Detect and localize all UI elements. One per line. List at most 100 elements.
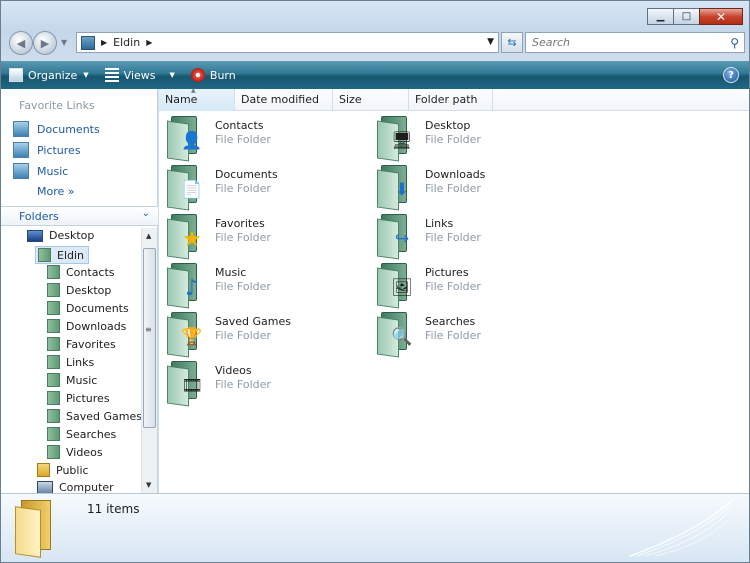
close-button[interactable]: ✕ (699, 8, 743, 25)
maximize-button[interactable]: □ (673, 8, 700, 25)
user-folder-large-icon (15, 500, 59, 558)
tree-item-computer[interactable]: Computer (37, 481, 114, 493)
column-header-folder-path[interactable]: Folder path (409, 89, 493, 111)
folder-tile-music[interactable]: ♪ Music File Folder (159, 262, 359, 309)
folder-type: File Folder (425, 182, 481, 195)
favorite-link-music[interactable]: Music (13, 163, 68, 179)
favorite-link-pictures[interactable]: Pictures (13, 142, 81, 158)
searches-folder-icon (47, 427, 60, 441)
breadcrumb-eldin[interactable]: Eldin (113, 36, 140, 49)
videos-folder-icon: 🎞 (167, 361, 207, 407)
links-folder-icon: ↪ (377, 214, 417, 260)
folder-tile-searches[interactable]: 🔍 Searches File Folder (369, 311, 569, 358)
organize-button[interactable]: Organize ▼ (1, 61, 97, 89)
back-button[interactable]: ◀ (9, 31, 33, 55)
burn-button[interactable]: Burn (183, 61, 244, 89)
tree-item-label: Public (56, 463, 89, 477)
sort-ascending-icon: ▲ (191, 87, 196, 94)
search-box[interactable]: ⚲ (525, 32, 745, 53)
tree-item-label: Saved Games (66, 409, 141, 423)
search-input[interactable] (526, 36, 716, 49)
chevron-down-icon[interactable]: ⌄ (142, 208, 150, 219)
caption-buttons: ▁ □ ✕ (647, 8, 743, 25)
folder-name: Videos (215, 364, 252, 377)
tree-item-videos[interactable]: Videos (47, 445, 103, 459)
folder-tile-contacts[interactable]: 👤 Contacts File Folder (159, 115, 359, 162)
column-header-size[interactable]: Size (333, 89, 409, 111)
views-label: Views (123, 68, 156, 82)
tree-item-label: Pictures (66, 391, 110, 405)
tree-item-label: Contacts (66, 265, 115, 279)
folder-tree-scrollbar[interactable]: ▲ ≡ ▼ (141, 228, 157, 493)
breadcrumb-separator-icon[interactable]: ▶ (101, 38, 107, 47)
tree-item-desktop-folder[interactable]: Desktop (47, 283, 111, 297)
folder-tile-documents[interactable]: 📄 Documents File Folder (159, 164, 359, 211)
tree-item-favorites[interactable]: Favorites (47, 337, 116, 351)
folder-tile-saved-games[interactable]: 🏆 Saved Games File Folder (159, 311, 359, 358)
folder-name: Pictures (425, 266, 469, 279)
pictures-icon (13, 142, 29, 158)
breadcrumb-separator-icon[interactable]: ▶ (146, 38, 152, 47)
saved-games-folder-icon: 🏆 (167, 312, 207, 358)
music-folder-icon: ♪ (167, 263, 207, 309)
pictures-folder-icon (47, 391, 60, 405)
folders-header[interactable]: Folders ⌄ (1, 206, 158, 226)
help-button[interactable]: ? (723, 67, 739, 83)
refresh-button[interactable]: ⇆ (501, 32, 523, 53)
more-links-button[interactable]: More » (37, 185, 75, 198)
folder-tile-favorites[interactable]: ★ Favorites File Folder (159, 213, 359, 260)
favorites-folder-icon: ★ (167, 214, 207, 260)
search-icon[interactable]: ⚲ (730, 36, 739, 50)
views-button[interactable]: Views ▼ (97, 61, 183, 89)
folder-tile-pictures[interactable]: 🖼 Pictures File Folder (369, 262, 569, 309)
recent-pages-dropdown-icon[interactable]: ▼ (61, 38, 67, 47)
scrollbar-thumb[interactable] (143, 248, 156, 428)
column-header-name[interactable]: ▲ Name (159, 87, 235, 111)
desktop-folder-icon: 🖥 (377, 116, 417, 162)
folder-tile-downloads[interactable]: ⬇ Downloads File Folder (369, 164, 569, 211)
tree-item-label: Videos (66, 445, 103, 459)
favorite-link-documents[interactable]: Documents (13, 121, 100, 137)
address-dropdown-icon[interactable]: ▼ (487, 37, 494, 47)
decorative-swoosh-icon (629, 499, 734, 557)
pictures-folder-icon: 🖼 (377, 263, 417, 309)
folder-name: Contacts (215, 119, 264, 132)
tree-item-eldin[interactable]: Eldin (35, 246, 90, 264)
documents-folder-icon: 📄 (167, 165, 207, 211)
views-icon (104, 68, 119, 82)
tree-item-music[interactable]: Music (47, 373, 97, 387)
favorites-folder-icon (47, 337, 60, 351)
user-folder-icon (81, 35, 95, 50)
folder-name: Links (425, 217, 454, 230)
scroll-up-icon[interactable]: ▲ (146, 232, 151, 240)
favorite-links-title: Favorite Links (19, 99, 95, 112)
tree-item-contacts[interactable]: Contacts (47, 265, 115, 279)
folder-tile-videos[interactable]: 🎞 Videos File Folder (159, 360, 359, 407)
folder-type: File Folder (215, 329, 271, 342)
minimize-button[interactable]: ▁ (647, 8, 674, 25)
folders-title: Folders (19, 210, 59, 223)
saved-games-folder-icon (47, 409, 60, 423)
favorite-link-label: Pictures (37, 143, 81, 157)
folder-tree: Desktop Eldin Contacts Desktop Documents… (1, 228, 141, 493)
tree-item-pictures[interactable]: Pictures (47, 391, 110, 405)
folder-tile-desktop[interactable]: 🖥 Desktop File Folder (369, 115, 569, 162)
tree-item-searches[interactable]: Searches (47, 427, 116, 441)
column-header-date-modified[interactable]: Date modified (235, 89, 333, 111)
tree-item-documents[interactable]: Documents (47, 301, 129, 315)
forward-button[interactable]: ▶ (33, 31, 57, 55)
folder-type: File Folder (215, 133, 271, 146)
tree-item-public[interactable]: Public (37, 463, 89, 477)
tree-item-desktop[interactable]: Desktop (27, 229, 94, 242)
documents-icon (13, 121, 29, 137)
tree-item-saved-games[interactable]: Saved Games (47, 409, 141, 423)
navigation-bar: ◀ ▶ ▼ ▶ Eldin ▶ ▼ ⇆ ⚲ (9, 30, 745, 56)
tree-item-links[interactable]: Links (47, 355, 94, 369)
folder-tile-links[interactable]: ↪ Links File Folder (369, 213, 569, 260)
tree-item-downloads[interactable]: Downloads (47, 319, 126, 333)
scroll-down-icon[interactable]: ▼ (146, 481, 151, 489)
address-bar[interactable]: ▶ Eldin ▶ ▼ (76, 32, 499, 53)
tree-item-label: Downloads (66, 319, 127, 333)
tree-item-label: Music (66, 373, 98, 387)
item-count: 11 items (87, 502, 140, 516)
